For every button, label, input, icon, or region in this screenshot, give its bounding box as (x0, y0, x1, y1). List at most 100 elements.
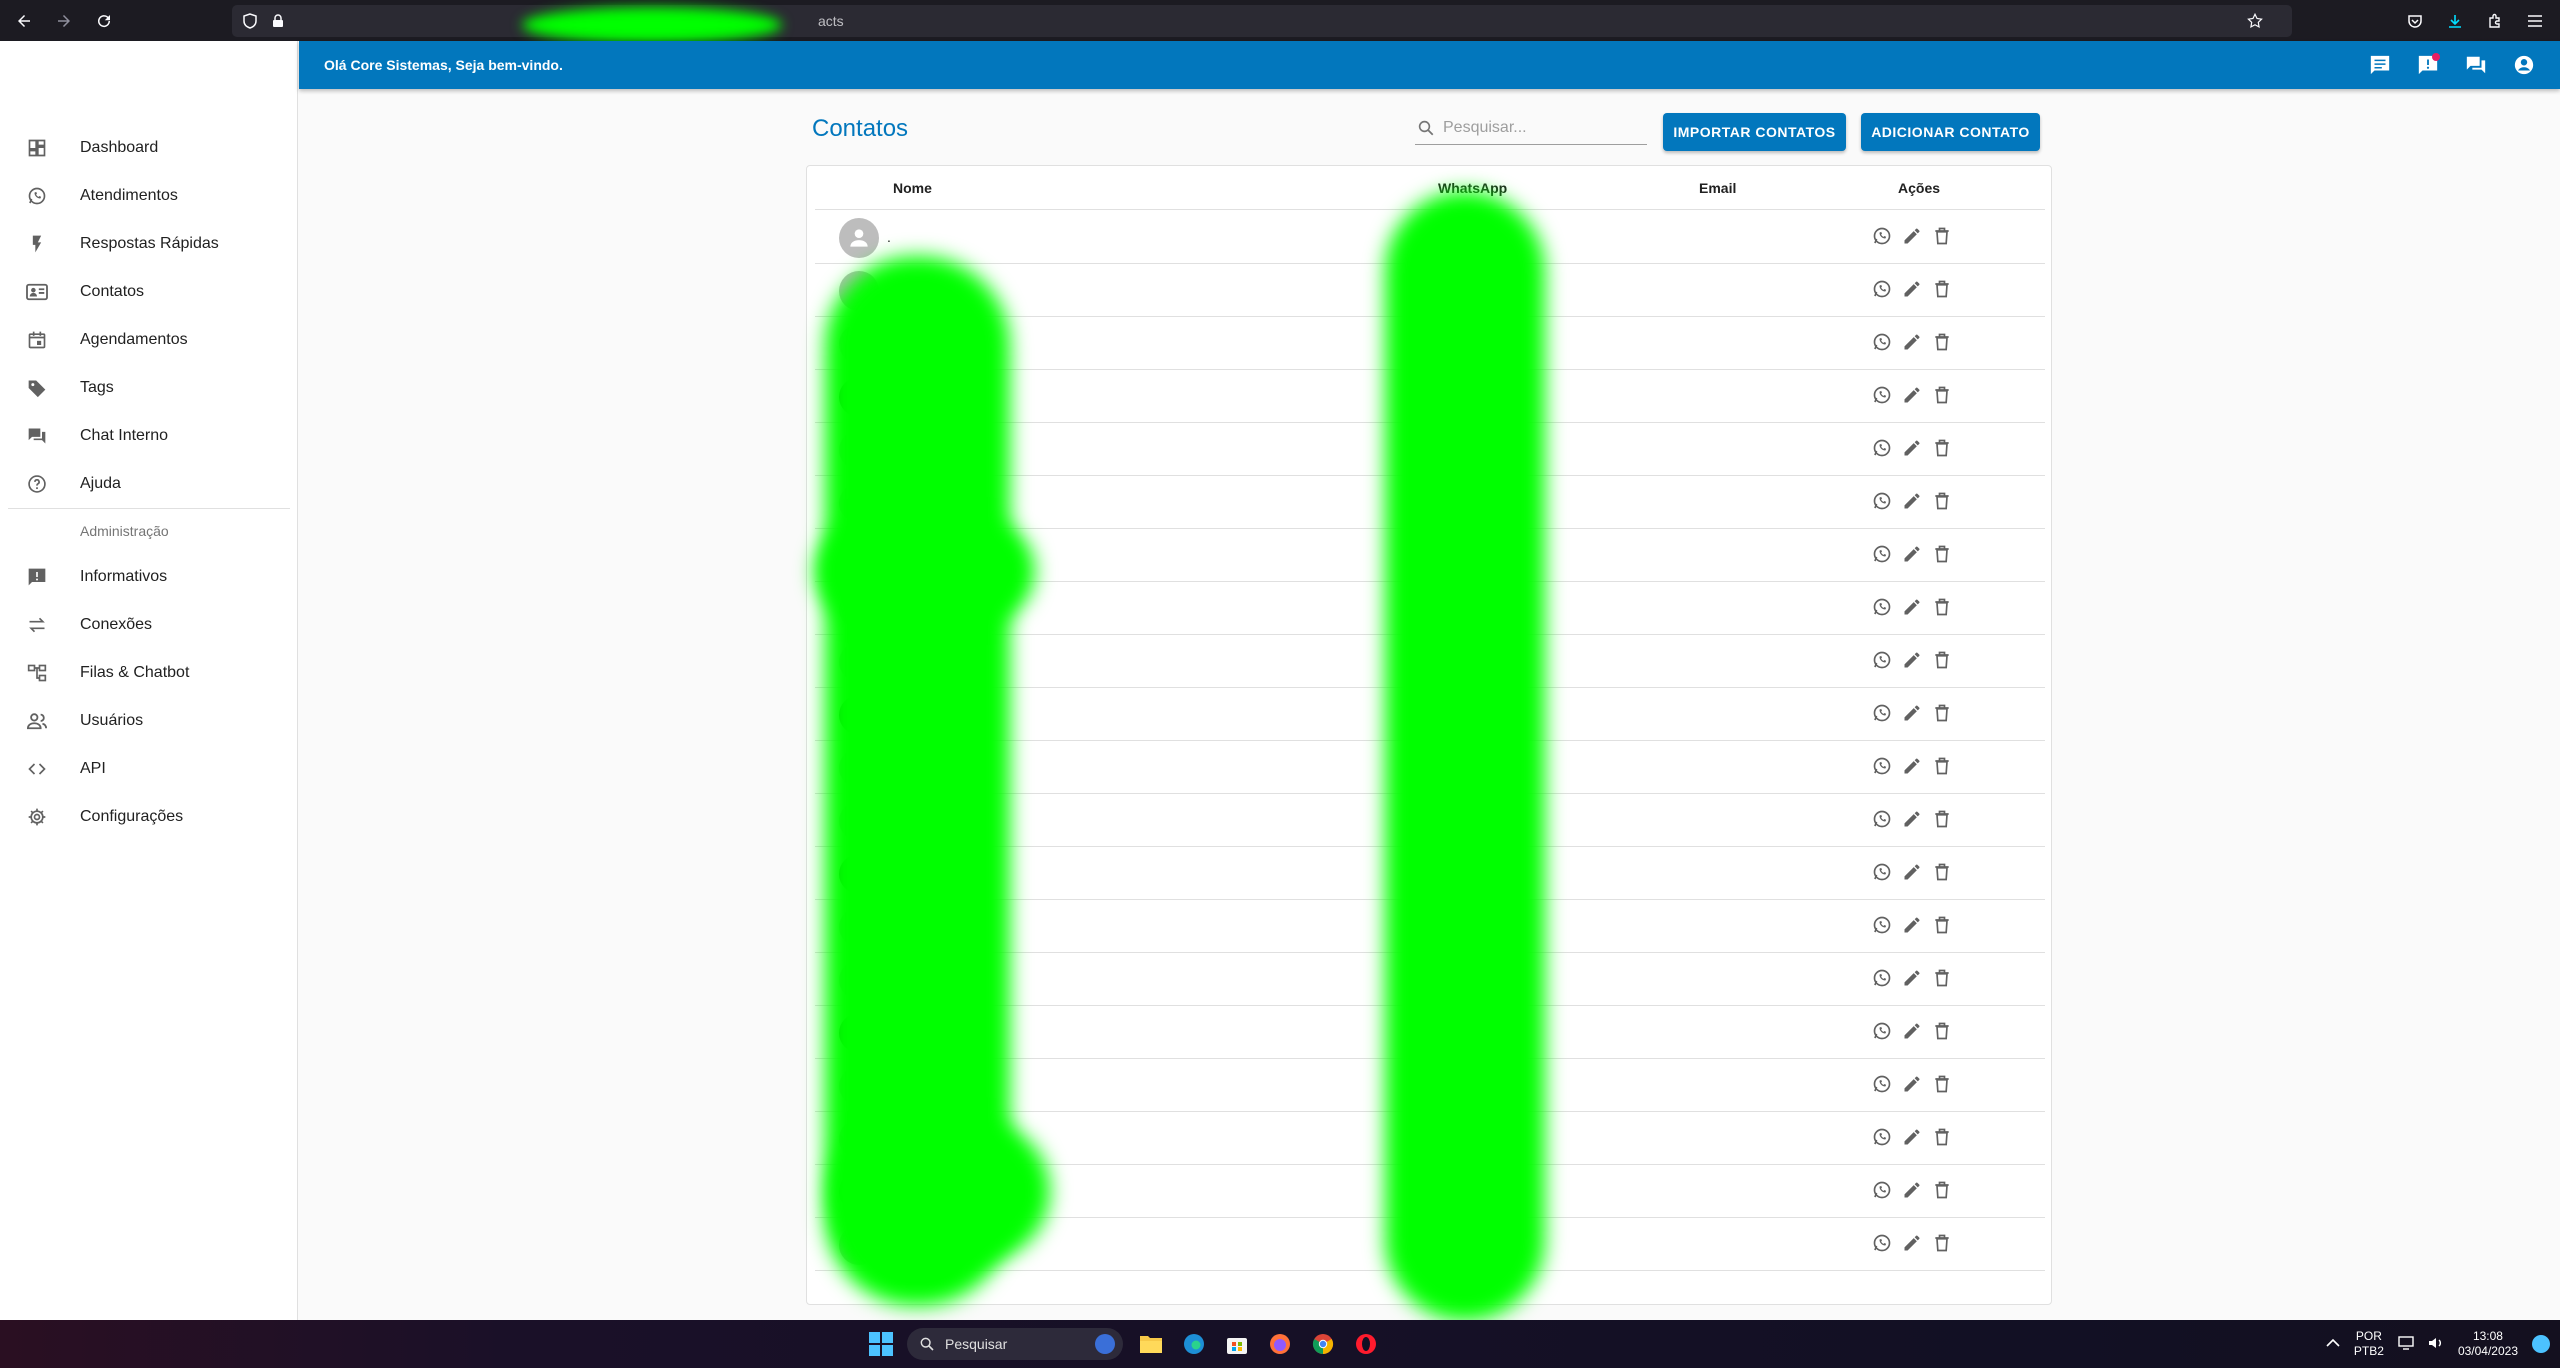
whatsapp-icon[interactable] (1871, 914, 1893, 936)
add-contact-button[interactable]: ADICIONAR CONTATO (1861, 113, 2040, 151)
sidebar-item-configuracoes[interactable]: Configurações (0, 793, 298, 841)
edit-icon[interactable] (1901, 808, 1923, 830)
edit-icon[interactable] (1901, 596, 1923, 618)
edit-icon[interactable] (1901, 490, 1923, 512)
pocket-icon[interactable] (2400, 6, 2430, 36)
delete-icon[interactable] (1931, 702, 1953, 724)
sidebar-item-conexoes[interactable]: Conexões (0, 601, 298, 649)
whatsapp-icon[interactable] (1871, 490, 1893, 512)
delete-icon[interactable] (1931, 914, 1953, 936)
delete-icon[interactable] (1931, 384, 1953, 406)
chat-icon[interactable] (2366, 51, 2394, 79)
sidebar-item-contatos[interactable]: Contatos (0, 268, 298, 316)
whatsapp-icon[interactable] (1871, 702, 1893, 724)
edit-icon[interactable] (1901, 278, 1923, 300)
edit-icon[interactable] (1901, 1020, 1923, 1042)
volume-icon[interactable] (2428, 1336, 2444, 1353)
network-icon[interactable] (2398, 1335, 2414, 1353)
language-indicator[interactable]: POR PTB2 (2354, 1329, 2384, 1359)
delete-icon[interactable] (1931, 1020, 1953, 1042)
import-contacts-button[interactable]: IMPORTAR CONTATOS (1663, 113, 1846, 151)
opera-icon[interactable] (1350, 1328, 1382, 1360)
internal-chat-icon[interactable] (2462, 51, 2490, 79)
edit-icon[interactable] (1901, 967, 1923, 989)
whatsapp-icon[interactable] (1871, 1232, 1893, 1254)
delete-icon[interactable] (1931, 543, 1953, 565)
sidebar-item-filas-chatbot[interactable]: Filas & Chatbot (0, 649, 298, 697)
whatsapp-icon[interactable] (1871, 278, 1893, 300)
edit-icon[interactable] (1901, 543, 1923, 565)
sidebar-item-usuarios[interactable]: Usuários (0, 697, 298, 745)
sidebar-item-atendimentos[interactable]: Atendimentos (0, 172, 298, 220)
whatsapp-icon[interactable] (1871, 596, 1893, 618)
clock[interactable]: 13:08 03/04/2023 (2458, 1329, 2518, 1359)
delete-icon[interactable] (1931, 596, 1953, 618)
delete-icon[interactable] (1931, 1126, 1953, 1148)
whatsapp-icon[interactable] (1871, 861, 1893, 883)
edit-icon[interactable] (1901, 1073, 1923, 1095)
edit-icon[interactable] (1901, 702, 1923, 724)
edit-icon[interactable] (1901, 1179, 1923, 1201)
windows-start-icon[interactable] (869, 1332, 893, 1356)
tracking-shield-icon[interactable] (240, 11, 260, 31)
edit-icon[interactable] (1901, 914, 1923, 936)
whatsapp-icon[interactable] (1871, 384, 1893, 406)
delete-icon[interactable] (1931, 1179, 1953, 1201)
firefox-icon[interactable] (1264, 1328, 1296, 1360)
delete-icon[interactable] (1931, 331, 1953, 353)
whatsapp-icon[interactable] (1871, 1179, 1893, 1201)
edit-icon[interactable] (1901, 1126, 1923, 1148)
delete-icon[interactable] (1931, 649, 1953, 671)
edit-icon[interactable] (1901, 755, 1923, 777)
delete-icon[interactable] (1931, 755, 1953, 777)
sidebar-item-api[interactable]: API (0, 745, 298, 793)
delete-icon[interactable] (1931, 808, 1953, 830)
delete-icon[interactable] (1931, 437, 1953, 459)
whatsapp-icon[interactable] (1871, 967, 1893, 989)
sidebar-item-dashboard[interactable]: Dashboard (0, 124, 298, 172)
downloads-icon[interactable] (2440, 6, 2470, 36)
tray-chevron-icon[interactable] (2326, 1337, 2340, 1351)
delete-icon[interactable] (1931, 1073, 1953, 1095)
edit-icon[interactable] (1901, 225, 1923, 247)
lock-icon[interactable] (268, 11, 288, 31)
delete-icon[interactable] (1931, 278, 1953, 300)
delete-icon[interactable] (1931, 1232, 1953, 1254)
whatsapp-icon[interactable] (1871, 331, 1893, 353)
whatsapp-icon[interactable] (1871, 1073, 1893, 1095)
search-field[interactable] (1415, 111, 1647, 145)
extensions-icon[interactable] (2480, 6, 2510, 36)
delete-icon[interactable] (1931, 861, 1953, 883)
edit-icon[interactable] (1901, 649, 1923, 671)
hamburger-menu-icon[interactable] (2520, 6, 2550, 36)
forward-icon[interactable] (48, 5, 80, 37)
whatsapp-icon[interactable] (1871, 755, 1893, 777)
sidebar-item-agendamentos[interactable]: Agendamentos (0, 316, 298, 364)
file-explorer-icon[interactable] (1135, 1328, 1167, 1360)
whatsapp-icon[interactable] (1871, 649, 1893, 671)
notification-badge-icon[interactable] (2532, 1335, 2550, 1353)
chrome-icon[interactable] (1307, 1328, 1339, 1360)
edit-icon[interactable] (1901, 437, 1923, 459)
back-icon[interactable] (8, 5, 40, 37)
bookmark-star-icon[interactable] (2240, 6, 2270, 36)
whatsapp-icon[interactable] (1871, 1126, 1893, 1148)
edit-icon[interactable] (1901, 331, 1923, 353)
announcements-icon[interactable] (2414, 51, 2442, 79)
search-input[interactable] (1443, 118, 1633, 137)
account-icon[interactable] (2510, 51, 2538, 79)
whatsapp-icon[interactable] (1871, 1020, 1893, 1042)
whatsapp-icon[interactable] (1871, 808, 1893, 830)
edit-icon[interactable] (1901, 384, 1923, 406)
edge-icon[interactable] (1178, 1328, 1210, 1360)
sidebar-item-informativos[interactable]: Informativos (0, 553, 298, 601)
delete-icon[interactable] (1931, 225, 1953, 247)
delete-icon[interactable] (1931, 490, 1953, 512)
store-icon[interactable] (1221, 1328, 1253, 1360)
whatsapp-icon[interactable] (1871, 225, 1893, 247)
sidebar-item-ajuda[interactable]: Ajuda (0, 460, 298, 508)
sidebar-item-chat-interno[interactable]: Chat Interno (0, 412, 298, 460)
sidebar-item-tags[interactable]: Tags (0, 364, 298, 412)
sidebar-item-respostas-rapidas[interactable]: Respostas Rápidas (0, 220, 298, 268)
edit-icon[interactable] (1901, 1232, 1923, 1254)
